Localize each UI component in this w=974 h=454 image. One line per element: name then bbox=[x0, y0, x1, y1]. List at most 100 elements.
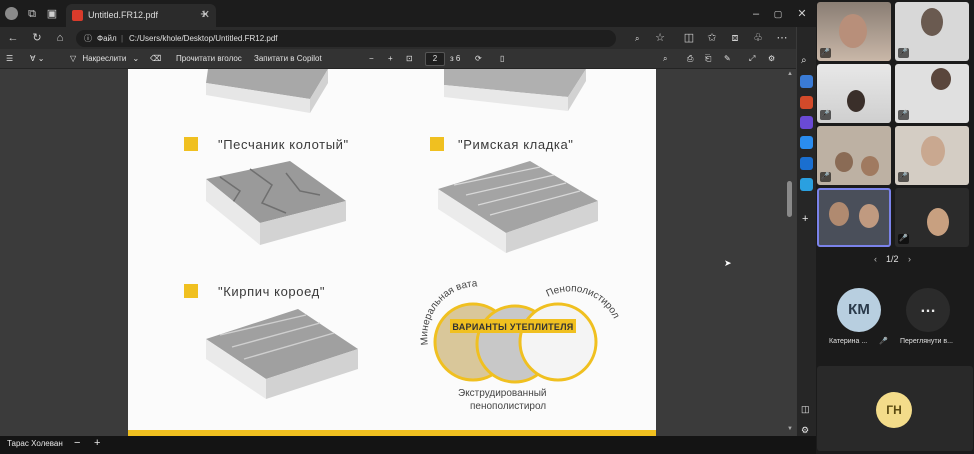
panel-image-bark-brick bbox=[206, 309, 358, 399]
browser-window: ⧉ ▣ Untitled.FR12.pdf ✕ + – ▢ ✕ ← ↻ ⌂ ⓘ … bbox=[0, 0, 816, 436]
sidebar-toggle-icon[interactable]: ◫ bbox=[801, 404, 810, 415]
panel-image-sandstone bbox=[206, 161, 346, 245]
mic-muted-icon: 🎤 bbox=[820, 110, 831, 120]
send-icon[interactable] bbox=[800, 178, 813, 191]
info-icon: ⓘ bbox=[84, 34, 92, 43]
mic-muted-icon: 🎤 bbox=[898, 172, 909, 182]
tab-bar: ⧉ ▣ Untitled.FR12.pdf ✕ + – ▢ ✕ bbox=[0, 0, 816, 27]
participant-video[interactable]: 🎤 bbox=[895, 64, 969, 123]
participant-video[interactable]: 🎤 bbox=[895, 126, 969, 185]
favorite-star-icon[interactable]: ☆ bbox=[653, 31, 667, 45]
tab-pdf[interactable]: Untitled.FR12.pdf ✕ bbox=[66, 4, 216, 27]
favorites-icon[interactable]: ✩ bbox=[705, 31, 719, 45]
ask-copilot-button[interactable]: Запитати в Copilot bbox=[254, 49, 322, 69]
add-sidebar-icon[interactable]: + bbox=[802, 213, 808, 225]
draw-button[interactable]: ▽ Накреслити ⌄ bbox=[70, 49, 139, 69]
participant-face bbox=[839, 14, 867, 48]
refresh-icon[interactable]: ↻ bbox=[30, 31, 44, 45]
mic-muted-icon: 🎤 bbox=[898, 48, 909, 58]
participant-video[interactable]: 🎤 bbox=[817, 2, 891, 61]
zoom-out-icon[interactable]: − bbox=[369, 49, 374, 69]
print-icon[interactable]: ⎙ bbox=[687, 49, 693, 69]
mic-muted-icon: 🎤 bbox=[879, 338, 888, 345]
collections-icon[interactable]: ⧈ bbox=[728, 31, 742, 45]
address-bar-row: ← ↻ ⌂ ⓘ Файл | C:/Users/khole/Desktop/Un… bbox=[0, 27, 816, 49]
profile-avatar[interactable] bbox=[5, 7, 18, 20]
address-separator: | bbox=[121, 34, 124, 43]
product-caption: "Римская кладка" bbox=[458, 137, 574, 152]
page-total: з 6 bbox=[450, 54, 461, 63]
address-scheme-label: Файл bbox=[97, 34, 117, 43]
participant-face bbox=[835, 152, 853, 172]
maximize-icon[interactable]: ▢ bbox=[771, 7, 785, 21]
rotate-icon[interactable]: ⟳ bbox=[475, 49, 482, 69]
extensions-icon[interactable]: ♧ bbox=[751, 31, 765, 45]
more-menu-icon[interactable]: ⋯ bbox=[775, 31, 789, 45]
participant-face bbox=[921, 8, 943, 36]
workspaces-icon[interactable]: ⧉ bbox=[25, 7, 39, 21]
extruded-label-line1: Экструдированный bbox=[458, 388, 547, 399]
eraser-icon[interactable]: ⌫ bbox=[150, 49, 161, 69]
self-view-tile: ГН bbox=[817, 366, 973, 451]
view-more-button[interactable]: … bbox=[906, 288, 950, 332]
bullet-marker bbox=[184, 284, 198, 298]
participant-video[interactable]: 🎤 bbox=[895, 188, 969, 247]
participant-video[interactable]: 🎤 bbox=[817, 126, 891, 185]
extruded-label-line2: пенополистирол bbox=[470, 401, 547, 412]
games-icon[interactable] bbox=[800, 116, 813, 129]
outlook-icon[interactable] bbox=[800, 157, 813, 170]
scrollbar[interactable]: ▲ ▼ bbox=[786, 69, 794, 436]
page-next-icon[interactable]: › bbox=[908, 254, 911, 264]
back-icon[interactable]: ← bbox=[6, 31, 20, 45]
save-as-icon[interactable]: ✎ bbox=[724, 49, 731, 69]
zoom-in-icon[interactable]: + bbox=[388, 49, 393, 69]
fullscreen-icon[interactable]: ⤢ bbox=[749, 49, 755, 69]
participant-face bbox=[861, 156, 879, 176]
page-view-icon[interactable]: ▯ bbox=[500, 49, 504, 69]
participant-avatar[interactable]: КМ bbox=[837, 288, 881, 332]
minimize-share-icon[interactable]: − bbox=[74, 437, 80, 449]
participant-video[interactable]: 🎤 bbox=[817, 64, 891, 123]
scroll-up-icon[interactable]: ▲ bbox=[786, 71, 794, 77]
contents-icon[interactable]: ☰ bbox=[6, 49, 13, 69]
scroll-thumb[interactable] bbox=[787, 181, 792, 217]
read-aloud-button[interactable]: Прочитати вголос bbox=[176, 49, 242, 69]
participant-video[interactable]: 🎤 bbox=[895, 2, 969, 61]
mouse-cursor: ➤ bbox=[724, 258, 732, 268]
tab-actions-icon[interactable]: ▣ bbox=[45, 7, 59, 21]
expand-share-icon[interactable]: + bbox=[94, 437, 100, 449]
address-field[interactable]: ⓘ Файл | C:/Users/khole/Desktop/Untitled… bbox=[76, 30, 639, 47]
page-prev-icon[interactable]: ‹ bbox=[874, 254, 877, 264]
office-icon[interactable] bbox=[800, 136, 813, 149]
participant-video[interactable] bbox=[817, 188, 891, 247]
search-icon[interactable]: ⌕ bbox=[663, 49, 667, 69]
shopping-icon[interactable] bbox=[800, 75, 813, 88]
panel-image-top-left bbox=[206, 69, 328, 113]
pen-icon: ▽ bbox=[70, 54, 77, 63]
fit-page-icon[interactable]: ⊡ bbox=[406, 49, 413, 69]
participant-face bbox=[921, 136, 945, 166]
split-screen-icon[interactable]: ◫ bbox=[682, 31, 696, 45]
window-close-icon[interactable]: ✕ bbox=[795, 7, 809, 21]
settings-icon[interactable]: ⚙ bbox=[768, 49, 775, 69]
search-icon[interactable]: ⌕ bbox=[801, 55, 807, 66]
pdf-toolbar: ☰ ∀ ⌄ ▽ Накреслити ⌄ ⌫ Прочитати вголос … bbox=[0, 49, 796, 69]
sidebar-settings-icon[interactable]: ⚙ bbox=[801, 425, 809, 436]
self-avatar[interactable]: ГН bbox=[876, 392, 912, 428]
new-tab-icon[interactable]: + bbox=[197, 7, 211, 21]
page-number-input[interactable]: 2 bbox=[425, 52, 445, 66]
scroll-down-icon[interactable]: ▼ bbox=[786, 426, 794, 432]
save-icon[interactable]: ⎗ bbox=[705, 49, 711, 69]
product-caption: "Песчаник колотый" bbox=[218, 137, 349, 152]
insulation-banner: ВАРИАНТЫ УТЕПЛИТЕЛЯ bbox=[452, 322, 574, 332]
tools-icon[interactable] bbox=[800, 96, 813, 109]
zoom-icon[interactable]: ⌕ bbox=[635, 30, 639, 47]
participant-face bbox=[859, 204, 879, 228]
mic-muted-icon: 🎤 bbox=[820, 172, 831, 182]
minimize-icon[interactable]: – bbox=[749, 7, 763, 21]
bullet-marker bbox=[430, 137, 444, 151]
product-caption: "Кирпич короед" bbox=[218, 284, 326, 299]
panel-image-top-right bbox=[444, 69, 586, 111]
highlight-icon[interactable]: ∀ ⌄ bbox=[30, 49, 44, 69]
home-icon[interactable]: ⌂ bbox=[53, 31, 67, 45]
